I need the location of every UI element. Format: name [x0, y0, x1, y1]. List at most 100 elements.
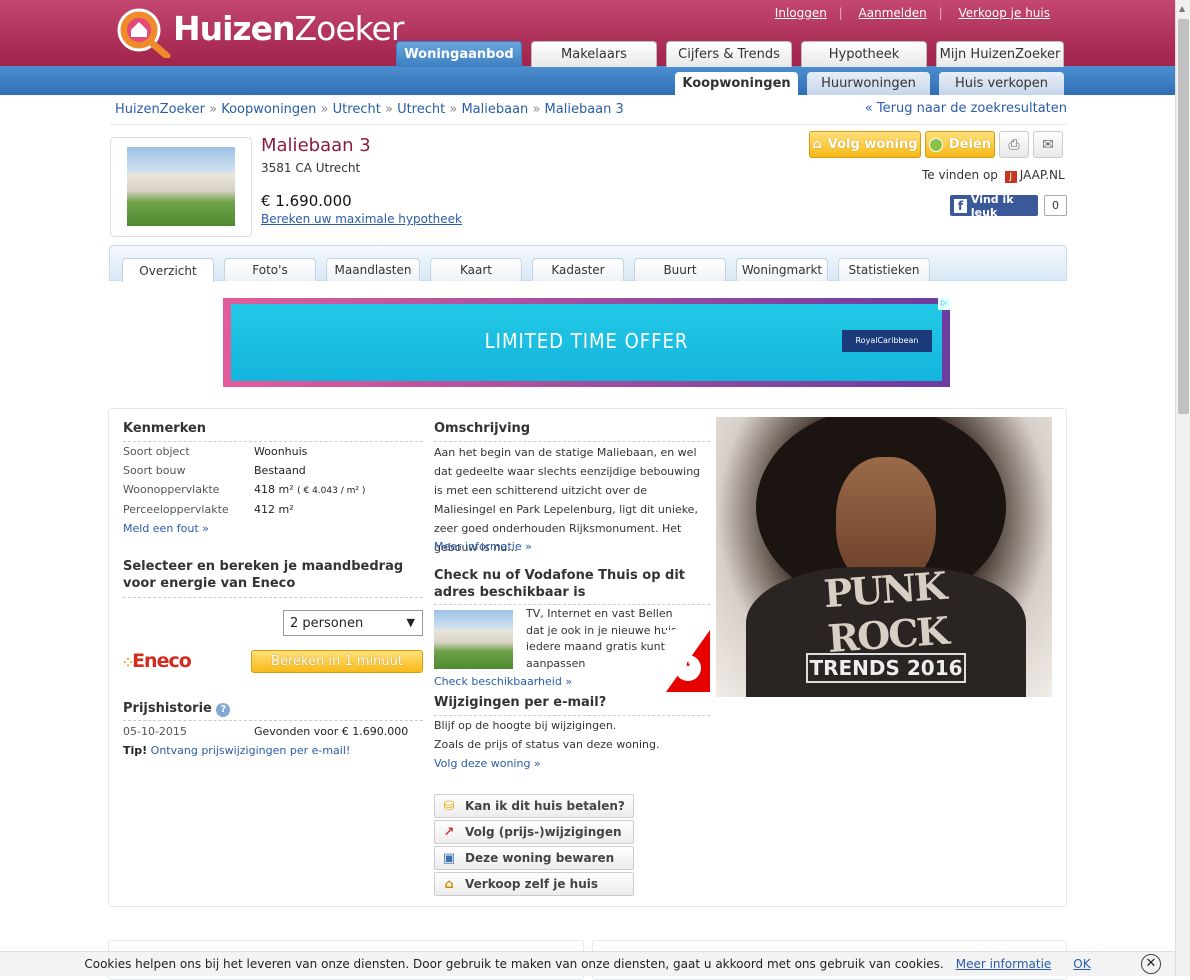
ad-banner[interactable]: LIMITED TIME OFFER RoyalCaribbean ▷: [223, 298, 950, 387]
listing-address: 3581 CA Utrecht: [261, 161, 361, 175]
afford-house-button[interactable]: ⛁ Kan ik dit huis betalen?: [434, 794, 634, 818]
button-label: Kan ik dit huis betalen?: [465, 799, 625, 813]
tab-buurt[interactable]: Buurt: [634, 258, 726, 281]
cookie-more-info-link[interactable]: Meer informatie: [956, 957, 1052, 971]
scroll-up-icon[interactable]: ▲: [1179, 4, 1185, 13]
price-per-m2: ( € 4.043 / m² ): [297, 486, 366, 496]
report-error-link[interactable]: Meld een fout »: [123, 522, 209, 535]
breadcrumb-item[interactable]: Utrecht: [397, 102, 445, 117]
vodafone-logo: ❛: [666, 630, 710, 692]
vodafone-text: TV, Internet en vast Bellen dat je ook i…: [526, 607, 677, 670]
tab-fotos[interactable]: Foto's: [224, 258, 316, 281]
facebook-like-button[interactable]: f Vind ik leuk: [950, 193, 1038, 219]
email-button[interactable]: ✉: [1033, 131, 1063, 158]
house-image[interactable]: [127, 147, 235, 226]
feature-value: Bestaand: [254, 464, 306, 477]
ad-image[interactable]: LIMITED TIME OFFER RoyalCaribbean: [231, 304, 942, 381]
follow-changes-button[interactable]: ↗ Volg (prijs-)wijzigingen: [434, 820, 634, 844]
share-button[interactable]: Delen: [925, 131, 995, 158]
print-button[interactable]: ⎙: [999, 131, 1029, 158]
sub-nav: Koopwoningen Huurwoningen Huis verkopen: [675, 72, 1064, 95]
vodafone-speechmark-icon: ❛: [675, 655, 701, 681]
house-icon: ⌂: [444, 876, 454, 892]
dropdown-arrow-icon: ▼: [406, 616, 415, 629]
email-heading: Wijzigingen per e-mail?: [434, 695, 607, 710]
vodafone-house-image[interactable]: [434, 610, 513, 669]
cookie-ok-button[interactable]: OK: [1073, 957, 1090, 971]
tab-cijfers-trends[interactable]: Cijfers & Trends: [666, 41, 792, 67]
feature-row: Perceeloppervlakte 412 m²: [123, 503, 423, 516]
divider: [434, 715, 710, 716]
breadcrumb-item[interactable]: Maliebaan: [461, 102, 528, 117]
save-house-button[interactable]: ▣ Deze woning bewaren: [434, 846, 634, 870]
breadcrumb-item[interactable]: HuizenZoeker: [115, 102, 205, 117]
breadcrumb-item[interactable]: Utrecht: [333, 102, 381, 117]
side-ad[interactable]: PUNK ROCK TRENDS 2016: [716, 417, 1052, 697]
jaap-link[interactable]: JAAP.NL: [1020, 168, 1065, 182]
tab-kadaster[interactable]: Kadaster: [532, 258, 624, 281]
register-link[interactable]: Aanmelden: [859, 6, 927, 20]
mortgage-calc-link[interactable]: Bereken uw maximale hypotheek: [261, 212, 462, 226]
login-link[interactable]: Inloggen: [775, 6, 827, 20]
tab-mijn-huizenzoeker[interactable]: Mijn HuizenZoeker: [936, 41, 1064, 67]
price-history-heading: Prijshistorie ?: [123, 701, 231, 717]
listing-photo[interactable]: [110, 137, 252, 237]
feature-value-main: 418 m²: [254, 483, 294, 496]
tip-row: Tip! Ontvang prijswijzigingen per e-mail…: [123, 744, 423, 757]
follow-house-link[interactable]: Volg deze woning »: [434, 757, 541, 770]
tab-hypotheek[interactable]: Hypotheek: [801, 41, 927, 67]
subtab-huurwoningen[interactable]: Huurwoningen: [807, 72, 930, 95]
feature-value: 418 m² ( € 4.043 / m² ): [254, 483, 365, 496]
feature-label: Woonoppervlakte: [123, 483, 220, 496]
household-size-select[interactable]: 2 personen ▼: [283, 610, 423, 636]
tab-statistieken[interactable]: Statistieken: [838, 258, 930, 281]
button-label: Verkoop zelf je huis: [465, 877, 599, 891]
ad-headline: PUNK ROCK: [822, 562, 949, 662]
back-to-results-link[interactable]: « Terug naar de zoekresultaten: [865, 101, 1067, 116]
tab-maandlasten[interactable]: Maandlasten: [326, 258, 420, 281]
cookie-text: Cookies helpen ons bij het leveren van o…: [84, 957, 944, 971]
check-availability-link[interactable]: Check beschikbaarheid »: [434, 675, 572, 688]
more-info-link[interactable]: Meer informatie »: [434, 540, 532, 553]
breadcrumb-separator: »: [320, 102, 329, 117]
email-line-2: Zoals de prijs of status van deze woning…: [434, 738, 660, 751]
tab-woningmarkt[interactable]: Woningmarkt: [736, 258, 828, 281]
top-links: Inloggen | Aanmelden | Verkoop je huis: [763, 6, 1050, 20]
divider: [434, 604, 710, 605]
ad-subline: TRENDS 2016: [806, 653, 966, 683]
close-icon[interactable]: ✕: [1141, 954, 1161, 974]
follow-house-button[interactable]: ⌂ Volg woning: [809, 131, 921, 158]
help-icon[interactable]: ?: [216, 703, 231, 717]
tab-overzicht[interactable]: Overzicht: [122, 258, 214, 282]
breadcrumb-item[interactable]: Maliebaan 3: [545, 102, 624, 117]
email-line-1: Blijf op de hoogte bij wijzigingen.: [434, 719, 617, 732]
eneco-logo-text: Eneco: [132, 650, 192, 672]
breadcrumb: HuizenZoeker » Koopwoningen » Utrecht » …: [115, 102, 624, 117]
subtab-koopwoningen[interactable]: Koopwoningen: [675, 72, 798, 95]
divider: [123, 597, 423, 598]
scrollbar-thumb[interactable]: [1178, 19, 1189, 414]
price-history-date: 05-10-2015: [123, 725, 187, 738]
feature-label: Perceeloppervlakte: [123, 503, 229, 516]
feature-row: Woonoppervlakte 418 m² ( € 4.043 / m² ): [123, 483, 423, 496]
divider: [434, 441, 710, 442]
breadcrumb-item[interactable]: Koopwoningen: [221, 102, 316, 117]
scrollbar[interactable]: ▲: [1175, 0, 1190, 976]
listing-price: € 1.690.000: [261, 192, 352, 210]
adchoices-icon[interactable]: ▷: [938, 298, 950, 310]
tab-woningaanbod[interactable]: Woningaanbod: [396, 41, 522, 67]
tab-makelaars[interactable]: Makelaars: [531, 41, 657, 67]
tab-kaart[interactable]: Kaart: [430, 258, 522, 281]
brand-name: HuizenZoeker: [173, 9, 404, 48]
sell-house-link[interactable]: Verkoop je huis: [958, 6, 1050, 20]
found-on: Te vinden op J JAAP.NL: [922, 168, 1065, 183]
page-title: Maliebaan 3: [261, 135, 371, 156]
button-label: Volg (prijs-)wijzigingen: [465, 825, 622, 839]
calculate-button[interactable]: Bereken in 1 minuut: [251, 650, 423, 673]
vodafone-heading: Check nu of Vodafone Thuis op dit adres …: [434, 568, 686, 600]
eneco-dots-icon: ⁘: [123, 656, 133, 670]
sell-yourself-button[interactable]: ⌂ Verkoop zelf je huis: [434, 872, 634, 896]
subtab-huis-verkopen[interactable]: Huis verkopen: [939, 72, 1064, 95]
price-alert-link[interactable]: Ontvang prijswijzigingen per e-mail!: [151, 744, 351, 757]
separator: |: [938, 6, 943, 20]
